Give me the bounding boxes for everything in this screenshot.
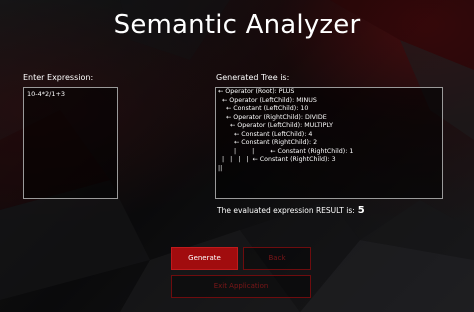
result-label: The evaluated expression RESULT is: — [217, 206, 355, 215]
tree-line: ← Operator (Root): PLUS — [218, 88, 295, 95]
result-line: The evaluated expression RESULT is: 5 — [217, 205, 365, 216]
tree-line: ← Operator (RightChild): DIVIDE — [218, 113, 327, 121]
tree-label: Generated Tree is: — [216, 73, 290, 82]
tree-line: ← Operator (LeftChild): MULTIPLY — [218, 122, 333, 129]
app-title: Semantic Analyzer — [113, 10, 361, 40]
tree-line: | | ← Constant (RightChild): 1 — [218, 147, 354, 155]
tree-line: ← Constant (RightChild): 2 — [218, 139, 318, 146]
tree-output[interactable]: ← Operator (Root): PLUS ← Operator (Left… — [215, 87, 443, 199]
tree-line: || — [218, 164, 223, 172]
result-value: 5 — [357, 205, 365, 216]
tree-line: ← Constant (LeftChild): 4 — [218, 130, 313, 138]
expression-label: Enter Expression: — [23, 73, 94, 82]
exit-application-button[interactable]: Exit Application — [171, 275, 311, 298]
back-button[interactable]: Back — [243, 247, 311, 270]
tree-line: ← Operator (LeftChild): MINUS — [218, 96, 317, 104]
expression-input[interactable]: 10-4*2/1+3 — [23, 87, 118, 199]
generate-button[interactable]: Generate — [171, 247, 238, 270]
tree-line: | | | | ← Constant (RightChild): 3 — [218, 156, 336, 163]
tree-line: ← Constant (LeftChild): 10 — [218, 105, 309, 112]
